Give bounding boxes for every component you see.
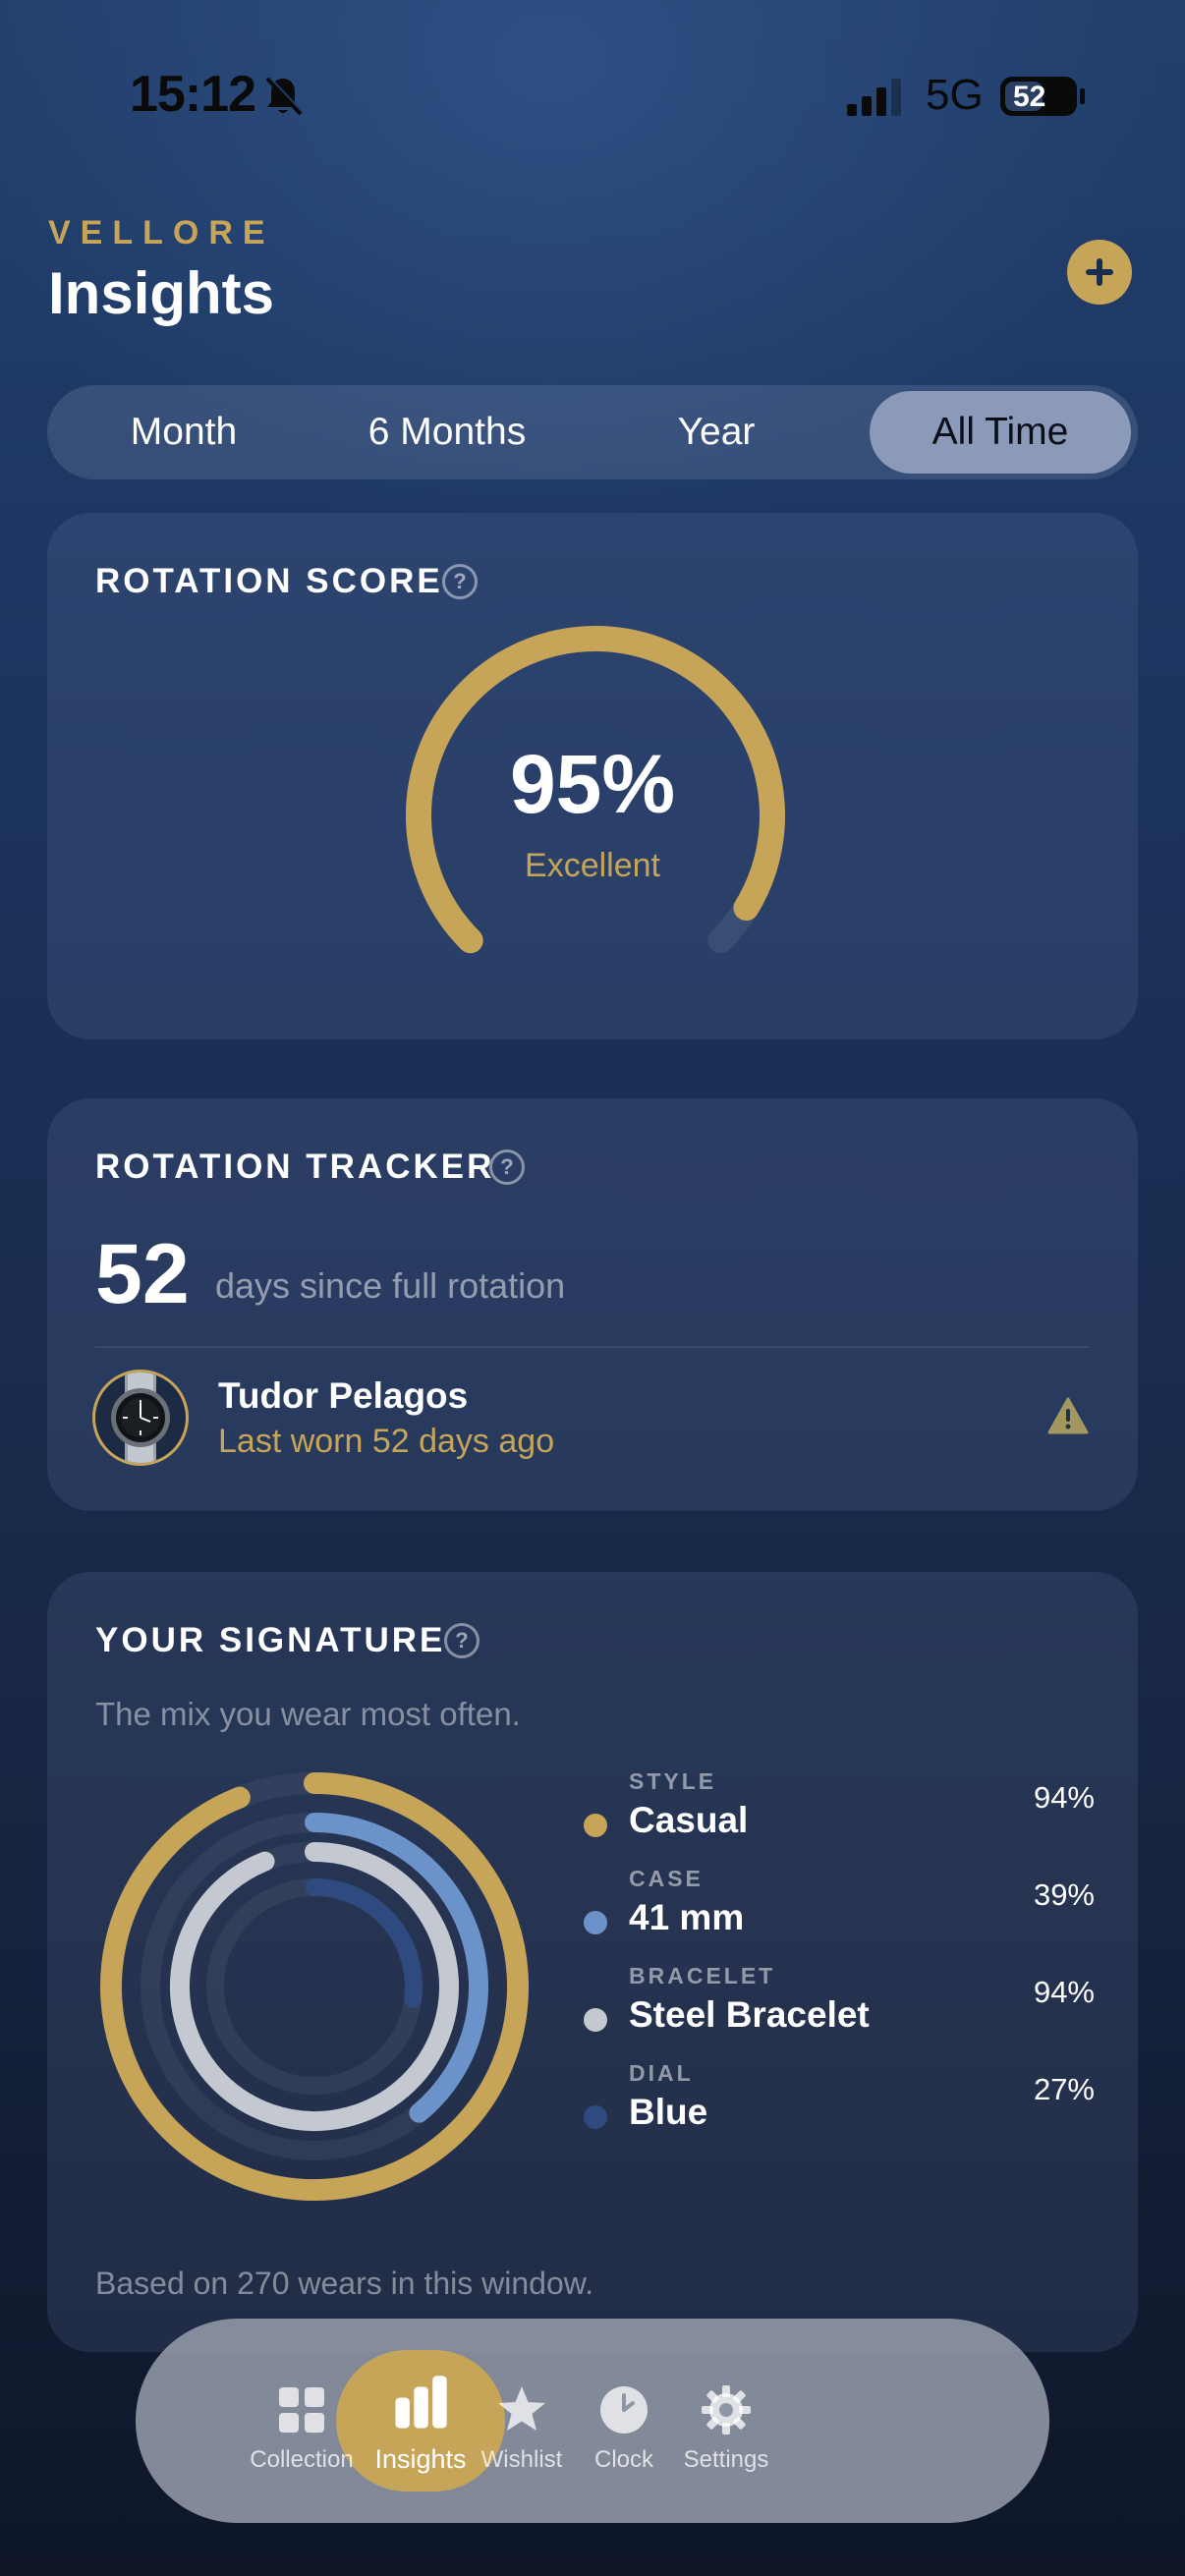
legend-dot: [584, 1911, 607, 1934]
legend-value: 41 mm: [629, 1897, 745, 1937]
legend-percent: 39%: [1033, 1877, 1095, 1912]
bell-slash-icon: [265, 76, 304, 116]
brand-label: VELLORE: [48, 214, 275, 252]
rotation-score-card: ROTATION SCORE ? 95% Excellent: [47, 513, 1138, 1039]
signature-rings-chart: [100, 1772, 530, 2201]
legend-dot: [584, 2008, 607, 2032]
legend-value: Blue: [629, 2092, 708, 2132]
watch-icon: [111, 1372, 170, 1463]
battery-cap: [1080, 88, 1085, 104]
legend-dot: [584, 1814, 607, 1837]
signal-icon: [847, 79, 901, 116]
help-icon[interactable]: ?: [442, 564, 478, 599]
status-bar: 15:12 5G 52: [0, 0, 1185, 196]
watch-avatar[interactable]: [92, 1370, 189, 1466]
days-count-text: days since full rotation: [215, 1265, 566, 1306]
signature-title: YOUR SIGNATURE: [95, 1621, 446, 1659]
legend-item-case: CASE 41 mm 39%: [584, 1866, 1095, 1954]
divider: [95, 1346, 1090, 1348]
legend-item-style: STYLE Casual 94%: [584, 1768, 1095, 1857]
gear-icon: [702, 2385, 751, 2435]
segment-month[interactable]: Month: [57, 391, 310, 474]
signature-card: YOUR SIGNATURE ? The mix you wear most o…: [47, 1572, 1138, 2352]
score-label: Excellent: [525, 847, 660, 884]
score-value: 95%: [509, 738, 676, 830]
time-range-segmented-control: Month 6 Months Year All Time: [47, 385, 1138, 479]
grid-icon: [279, 2387, 324, 2433]
legend-value: Steel Bracelet: [629, 1994, 870, 2035]
segment-6-months[interactable]: 6 Months: [320, 391, 574, 474]
add-button[interactable]: [1067, 240, 1132, 305]
days-count: 52: [95, 1227, 190, 1321]
segment-year[interactable]: Year: [603, 391, 829, 474]
rotation-tracker-card: ROTATION TRACKER ? 52 days since full ro…: [47, 1098, 1138, 1511]
legend-category: DIAL: [629, 2060, 694, 2086]
signature-subtitle: The mix you wear most often.: [95, 1696, 521, 1732]
legend-percent: 27%: [1033, 2072, 1095, 2106]
status-time: 15:12: [130, 66, 256, 123]
last-worn-text: Last worn 52 days ago: [218, 1423, 555, 1460]
help-icon[interactable]: ?: [444, 1623, 480, 1658]
plus-icon: [1086, 258, 1113, 286]
legend-item-dial: DIAL Blue 27%: [584, 2060, 1095, 2149]
help-icon[interactable]: ?: [489, 1149, 525, 1185]
legend-dot: [584, 2105, 607, 2129]
legend-percent: 94%: [1033, 1975, 1095, 2009]
legend-category: CASE: [629, 1866, 704, 1891]
legend-item-bracelet: BRACELET Steel Bracelet 94%: [584, 1963, 1095, 2051]
legend-value: Casual: [629, 1800, 749, 1840]
legend-category: BRACELET: [629, 1963, 776, 1988]
legend-percent: 94%: [1033, 1780, 1095, 1815]
battery-level: 52: [1013, 81, 1046, 113]
rotation-score-title: ROTATION SCORE: [95, 562, 443, 600]
legend-category: STYLE: [629, 1768, 717, 1794]
watch-name: Tudor Pelagos: [218, 1375, 469, 1416]
battery-icon: 52: [1000, 77, 1077, 116]
page-title: Insights: [48, 260, 275, 326]
rotation-tracker-title: ROTATION TRACKER: [95, 1148, 495, 1186]
warning-icon: [1047, 1397, 1089, 1434]
tab-settings[interactable]: Settings: [643, 2319, 810, 2523]
signature-footer: Based on 270 wears in this window.: [95, 2266, 593, 2301]
tab-bar: Collection Insights Wishlist Clock Setti…: [136, 2319, 1049, 2523]
network-label: 5G: [926, 71, 984, 119]
ring-dial: [306, 1878, 423, 2008]
segment-all-time[interactable]: All Time: [870, 391, 1131, 474]
tab-label: Settings: [683, 2446, 769, 2473]
